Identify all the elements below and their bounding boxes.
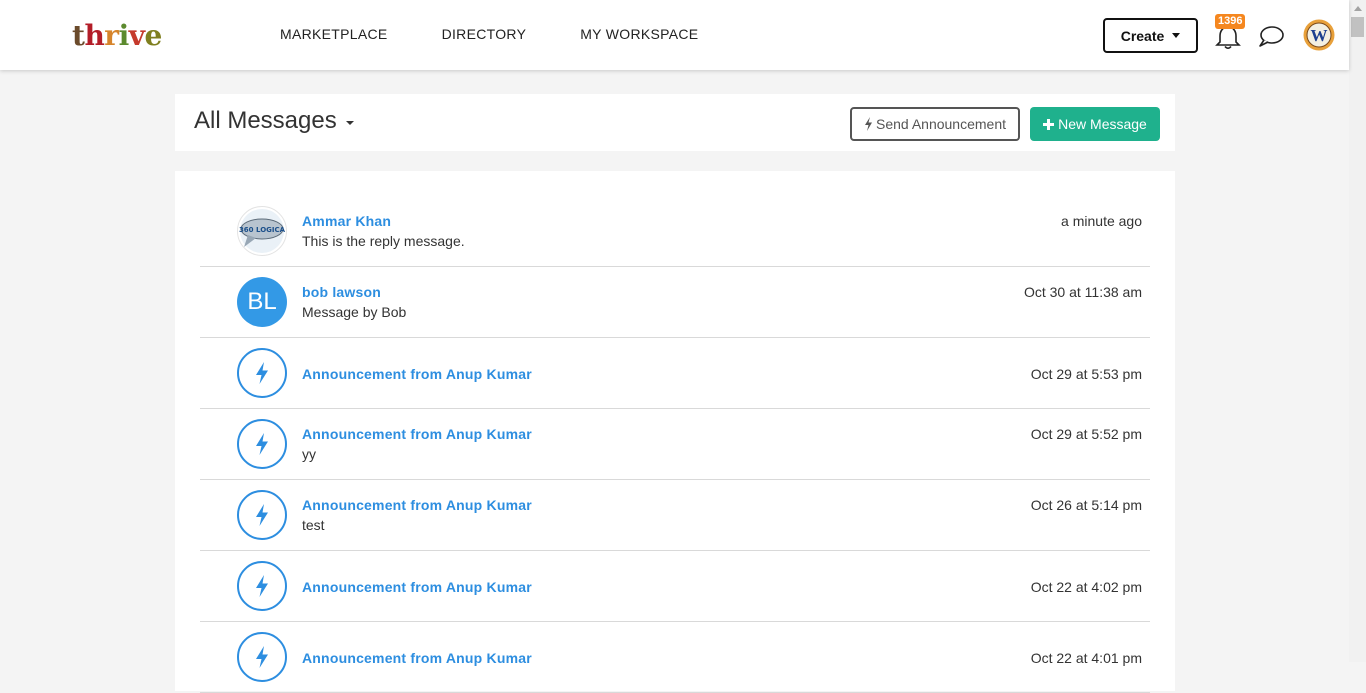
user-avatar[interactable]: W bbox=[1303, 19, 1335, 51]
announcement-lightning-icon bbox=[237, 348, 287, 398]
page-scrollbar[interactable] bbox=[1349, 0, 1366, 662]
message-preview: test bbox=[302, 517, 325, 533]
new-message-button[interactable]: New Message bbox=[1030, 107, 1160, 141]
logo-letter: i bbox=[118, 19, 130, 52]
announcement-lightning-icon bbox=[237, 632, 287, 682]
sender-name[interactable]: Ammar Khan bbox=[302, 213, 391, 229]
message-list: 360 LOGICA Ammar Khan This is the reply me… bbox=[200, 196, 1150, 693]
message-row[interactable]: Announcement from Anup Kumar Oct 22 at 4:… bbox=[200, 551, 1150, 622]
thrive-logo[interactable]: thrive bbox=[72, 16, 162, 52]
caret-down-icon bbox=[345, 121, 354, 125]
message-preview: yy bbox=[302, 446, 316, 462]
logo-letter: v bbox=[128, 19, 145, 52]
nav-marketplace[interactable]: MARKETPLACE bbox=[280, 26, 388, 42]
message-time: Oct 26 at 5:14 pm bbox=[1030, 497, 1142, 513]
page-title-dropdown[interactable]: All Messages bbox=[194, 107, 354, 135]
scroll-up-arrow-icon[interactable] bbox=[1349, 0, 1366, 17]
message-list-card: 360 LOGICA Ammar Khan This is the reply me… bbox=[175, 171, 1175, 693]
notification-count-badge: 1396 bbox=[1215, 14, 1246, 29]
sender-name[interactable]: Announcement from Anup Kumar bbox=[302, 497, 532, 513]
sender-name[interactable]: Announcement from Anup Kumar bbox=[302, 579, 532, 595]
new-message-label: New Message bbox=[1058, 116, 1147, 132]
main-nav: MARKETPLACE DIRECTORY MY WORKSPACE bbox=[280, 26, 752, 42]
plus-icon bbox=[1043, 118, 1055, 130]
avatar-logo-text: 360 LOGICA bbox=[239, 226, 286, 234]
send-announcement-label: Send Announcement bbox=[876, 116, 1006, 132]
logo-letter: h bbox=[84, 19, 105, 52]
sender-name[interactable]: bob lawson bbox=[302, 284, 381, 300]
message-time: Oct 29 at 5:52 pm bbox=[1030, 426, 1142, 442]
lightning-icon bbox=[865, 117, 872, 131]
sender-avatar: 360 LOGICA bbox=[237, 206, 287, 256]
message-row[interactable]: Announcement from Anup Kumar Oct 29 at 5:… bbox=[200, 338, 1150, 409]
scroll-thumb[interactable] bbox=[1351, 17, 1364, 37]
logo-letter: t bbox=[72, 19, 85, 52]
chat-bubble-icon[interactable] bbox=[1257, 24, 1285, 48]
avatar-letter: W bbox=[1311, 26, 1328, 45]
message-preview: This is the reply message. bbox=[302, 233, 465, 249]
sender-name[interactable]: Announcement from Anup Kumar bbox=[302, 650, 532, 666]
page-title: All Messages bbox=[194, 107, 337, 134]
nav-directory[interactable]: DIRECTORY bbox=[442, 26, 527, 42]
message-time: Oct 29 at 5:53 pm bbox=[1030, 366, 1142, 382]
announcement-lightning-icon bbox=[237, 419, 287, 469]
announcement-lightning-icon bbox=[237, 490, 287, 540]
sender-name[interactable]: Announcement from Anup Kumar bbox=[302, 366, 532, 382]
message-row[interactable]: 360 LOGICA Ammar Khan This is the reply me… bbox=[200, 196, 1150, 267]
announcement-lightning-icon bbox=[237, 561, 287, 611]
message-time: Oct 22 at 4:02 pm bbox=[1030, 579, 1142, 595]
sender-avatar: BL bbox=[237, 277, 287, 327]
message-preview: Message by Bob bbox=[302, 304, 407, 320]
send-announcement-button[interactable]: Send Announcement bbox=[850, 107, 1020, 141]
create-label: Create bbox=[1120, 27, 1165, 44]
message-time: Oct 30 at 11:38 am bbox=[1023, 284, 1142, 300]
caret-down-icon bbox=[1172, 33, 1181, 38]
message-time: a minute ago bbox=[1061, 213, 1142, 229]
messages-header: All Messages Send Announcement New Messa… bbox=[175, 94, 1175, 151]
sender-name[interactable]: Announcement from Anup Kumar bbox=[302, 426, 532, 442]
nav-my-workspace[interactable]: MY WORKSPACE bbox=[580, 26, 698, 42]
create-button[interactable]: Create bbox=[1103, 18, 1198, 53]
logo-letter: r bbox=[104, 19, 119, 52]
logo-letter: e bbox=[144, 19, 162, 52]
top-navbar: thrive MARKETPLACE DIRECTORY MY WORKSPAC… bbox=[0, 0, 1349, 70]
message-row[interactable]: Announcement from Anup Kumar yy Oct 29 at … bbox=[200, 409, 1150, 480]
message-row[interactable]: BL bob lawson Message by Bob Oct 30 at 11:3… bbox=[200, 267, 1150, 338]
message-row[interactable]: Announcement from Anup Kumar test Oct 26 a… bbox=[200, 480, 1150, 551]
message-row[interactable]: Announcement from Anup Kumar Oct 22 at 4:… bbox=[200, 622, 1150, 693]
avatar-initials: BL bbox=[247, 288, 277, 315]
message-time: Oct 22 at 4:01 pm bbox=[1030, 650, 1142, 666]
